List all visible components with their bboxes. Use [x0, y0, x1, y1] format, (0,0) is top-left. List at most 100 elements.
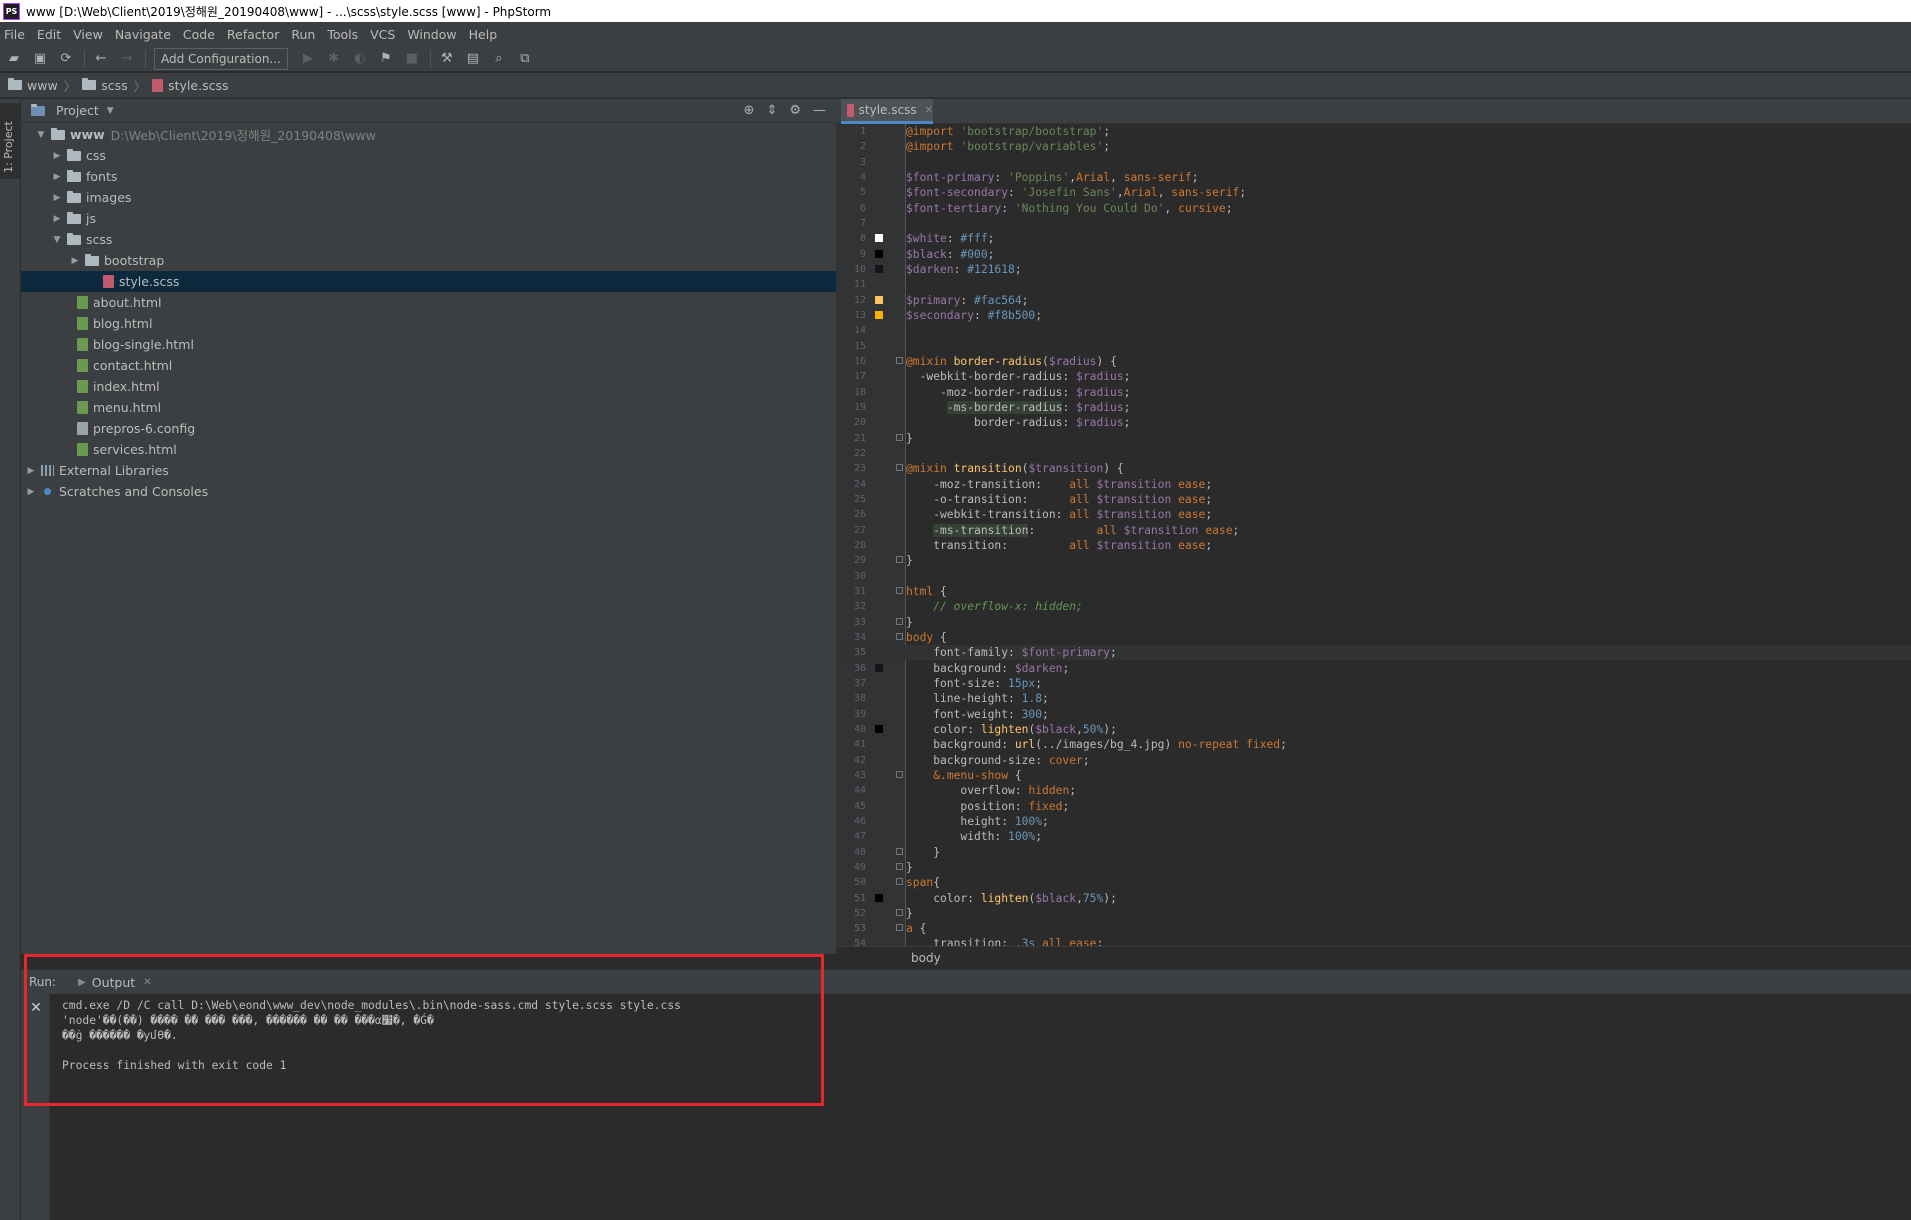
code-line[interactable]: 34 body {	[836, 630, 1911, 645]
minimize-icon[interactable]: —	[813, 103, 826, 118]
fold-marker-icon[interactable]	[896, 464, 903, 472]
code-line[interactable]: 15	[836, 339, 1911, 354]
code-line[interactable]: 21}	[836, 431, 1911, 446]
code-line[interactable]: 7	[836, 216, 1911, 231]
tree-root-www[interactable]: ▼ www D:\Web\Client\2019\정해원_20190408\www	[21, 124, 850, 145]
project-tool-tab[interactable]: 1: Project	[0, 103, 21, 179]
menu-view[interactable]: View	[73, 27, 103, 42]
code-line[interactable]: 18 -moz-border-radius: $radius;	[836, 385, 1911, 400]
code-line[interactable]: 12 $primary: #fac564;	[836, 293, 1911, 308]
code-line[interactable]: 25 -o-transition: all $transition ease;	[836, 492, 1911, 507]
code-line[interactable]: 41 background: url(../images/bg_4.jpg) n…	[836, 737, 1911, 752]
code-line[interactable]: 8 $white: #fff;	[836, 231, 1911, 246]
code-line[interactable]: 47 width: 100%;	[836, 829, 1911, 844]
code-line[interactable]: 24 -moz-transition: all $transition ease…	[836, 477, 1911, 492]
tree-item-scratches[interactable]: ▶ Scratches and Consoles	[21, 481, 840, 502]
sync-icon[interactable]: ⟳	[58, 51, 74, 67]
add-configuration-button[interactable]: Add Configuration...	[154, 47, 288, 70]
tree-item-menu-html[interactable]: menu.html	[21, 397, 876, 418]
code-line[interactable]: 19 -ms-border-radius: $radius;	[836, 400, 1911, 415]
code-line[interactable]: 46 height: 100%;	[836, 814, 1911, 829]
code-line[interactable]: 16 @mixin border-radius($radius) {	[836, 354, 1911, 369]
editor-tab-style-scss[interactable]: style.scss ✕	[841, 99, 933, 124]
fold-marker-icon[interactable]	[896, 586, 903, 594]
code-line[interactable]: 30	[836, 569, 1911, 584]
project-view-dropdown[interactable]: Project	[56, 103, 99, 118]
code-line[interactable]: 13 $secondary: #f8b500;	[836, 308, 1911, 323]
code-line[interactable]: 43 &.menu-show {	[836, 768, 1911, 783]
fold-marker-icon[interactable]	[896, 770, 903, 778]
code-line[interactable]: 50 span{	[836, 875, 1911, 890]
tree-item-external-libraries[interactable]: ▶ External Libraries	[21, 460, 840, 481]
tree-item-fonts[interactable]: ▶ fonts	[21, 166, 866, 187]
tree-item-blog-single-html[interactable]: blog-single.html	[21, 334, 876, 355]
chevron-right-icon[interactable]: ▶	[51, 172, 63, 182]
tree-item-index-html[interactable]: index.html	[21, 376, 876, 397]
breadcrumb-www[interactable]: www 〉	[8, 76, 76, 95]
code-line[interactable]: 4 $font-primary: 'Poppins',Arial, sans-se…	[836, 170, 1911, 185]
tree-item-contact-html[interactable]: contact.html	[21, 355, 876, 376]
tree-item-services-html[interactable]: services.html	[21, 439, 876, 460]
fold-marker-icon[interactable]	[896, 632, 903, 640]
chevron-down-icon[interactable]: ▼	[51, 235, 63, 245]
menu-window[interactable]: Window	[407, 27, 456, 42]
coverage-icon[interactable]: ◐	[352, 51, 368, 67]
locate-icon[interactable]: ⊕	[744, 103, 755, 118]
code-line[interactable]: 40 color: lighten($black,50%);	[836, 722, 1911, 737]
menu-refactor[interactable]: Refactor	[227, 27, 279, 42]
code-line[interactable]: 23 @mixin transition($transition) {	[836, 461, 1911, 476]
tree-item-bootstrap[interactable]: ▶ bootstrap	[21, 250, 884, 271]
tree-item-scss[interactable]: ▼ scss	[21, 229, 866, 250]
fold-marker-icon[interactable]	[896, 878, 903, 886]
tree-item-prepros-config[interactable]: prepros-6.config	[21, 418, 876, 439]
run-icon[interactable]: ▶	[300, 51, 316, 67]
tree-item-blog-html[interactable]: blog.html	[21, 313, 876, 334]
menu-edit[interactable]: Edit	[37, 27, 61, 42]
menu-vcs[interactable]: VCS	[370, 27, 395, 42]
code-line[interactable]: 3	[836, 155, 1911, 170]
fold-marker-icon[interactable]	[896, 356, 903, 364]
code-line[interactable]: 31 html {	[836, 584, 1911, 599]
code-line[interactable]: 51 color: lighten($black,75%);	[836, 891, 1911, 906]
chevron-right-icon[interactable]: ▶	[51, 193, 63, 203]
code-line[interactable]: 26 -webkit-transition: all $transition e…	[836, 507, 1911, 522]
project-structure-icon[interactable]: ▤	[465, 51, 481, 67]
code-line[interactable]: 20 border-radius: $radius;	[836, 415, 1911, 430]
debug-icon[interactable]: ✱	[326, 51, 342, 67]
menu-help[interactable]: Help	[469, 27, 498, 42]
menu-file[interactable]: File	[4, 27, 25, 42]
chevron-right-icon[interactable]: ▶	[25, 466, 37, 476]
code-line[interactable]: 17 -webkit-border-radius: $radius;	[836, 369, 1911, 384]
search-icon[interactable]: ⌕	[491, 51, 507, 67]
code-line[interactable]: 27 -ms-transition: all $transition ease;	[836, 523, 1911, 538]
terminal-icon[interactable]: ⧉	[517, 51, 533, 67]
code-line[interactable]: 29}	[836, 553, 1911, 568]
code-line[interactable]: 49}	[836, 860, 1911, 875]
code-line[interactable]: 22	[836, 446, 1911, 461]
menu-tools[interactable]: Tools	[327, 27, 358, 42]
gear-icon[interactable]: ⚙	[789, 103, 801, 118]
menu-code[interactable]: Code	[183, 27, 215, 42]
open-folder-icon[interactable]: ▰	[6, 51, 22, 67]
code-line[interactable]: 44 overflow: hidden;	[836, 783, 1911, 798]
chevron-down-icon[interactable]: ▼	[35, 130, 47, 140]
chevron-right-icon[interactable]: ▶	[51, 151, 63, 161]
chevron-right-icon[interactable]: ▶	[69, 256, 81, 266]
breadcrumb-scss[interactable]: scss 〉	[82, 76, 146, 95]
menu-run[interactable]: Run	[291, 27, 315, 42]
code-line[interactable]: 5 $font-secondary: 'Josefin Sans',Arial, …	[836, 185, 1911, 200]
wrench-icon[interactable]: ⚒	[439, 51, 455, 67]
fold-marker-icon[interactable]	[896, 924, 903, 932]
code-line[interactable]: 42 background-size: cover;	[836, 753, 1911, 768]
fold-marker-icon[interactable]	[896, 556, 903, 564]
chevron-down-icon[interactable]: ▼	[107, 106, 114, 116]
stop-icon[interactable]: ■	[404, 51, 420, 67]
code-line[interactable]: 14	[836, 323, 1911, 338]
fold-marker-icon[interactable]	[896, 617, 903, 625]
save-all-icon[interactable]: ▣	[32, 51, 48, 67]
code-line[interactable]: 1 @import 'bootstrap/bootstrap';	[836, 124, 1911, 139]
tree-item-css[interactable]: ▶ css	[21, 145, 866, 166]
code-line[interactable]: 28 transition: all $transition ease;	[836, 538, 1911, 553]
code-line[interactable]: 39 font-weight: 300;	[836, 707, 1911, 722]
code-line[interactable]: 52}	[836, 906, 1911, 921]
